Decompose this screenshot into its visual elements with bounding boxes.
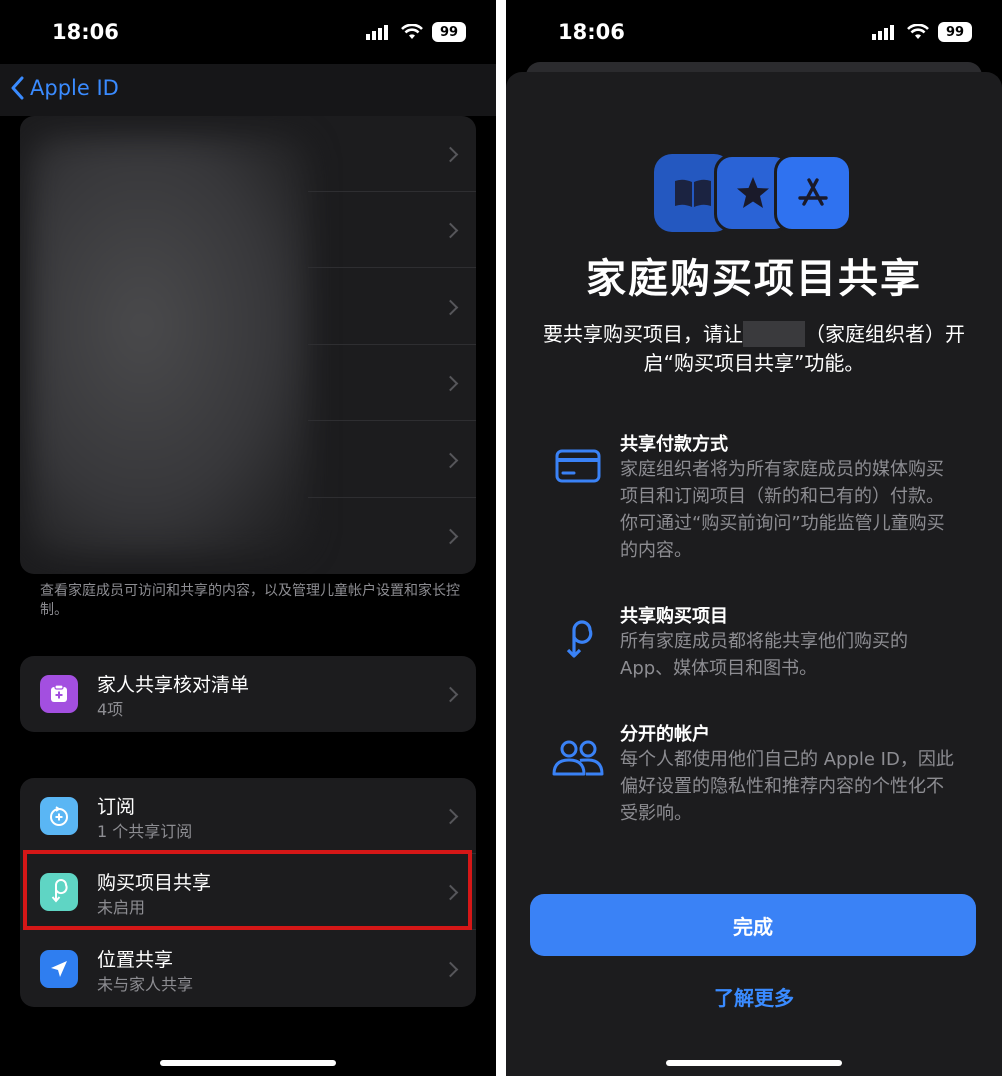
purchase-sharing-sheet: 家庭购买项目共享 要共享购买项目，请让 （家庭组织者）开启“购买项目共享”功能。 … <box>506 72 1002 1076</box>
family-member-row[interactable] <box>20 116 476 192</box>
status-time: 18:06 <box>52 20 119 44</box>
chevron-right-icon <box>442 961 459 978</box>
media-app-icons <box>654 154 854 232</box>
feature-description: 每个人都使用他们自己的 Apple ID，因此偏好设置的隐私性和推荐内容的个性化… <box>620 749 954 824</box>
status-bar: 18:06 99 <box>0 0 496 64</box>
checklist-icon <box>40 675 78 713</box>
home-indicator[interactable] <box>666 1060 842 1066</box>
location-sharing-subtitle: 未与家人共享 <box>97 975 194 994</box>
purchase-sharing-icon <box>550 612 606 668</box>
family-member-row[interactable] <box>20 422 476 498</box>
back-button-label: Apple ID <box>30 76 119 100</box>
chevron-right-icon <box>442 222 459 239</box>
chevron-right-icon <box>442 452 459 469</box>
status-icons: 99 <box>872 22 972 42</box>
chevron-right-icon <box>442 299 459 316</box>
feature-description: 家庭组织者将为所有家庭成员的媒体购买项目和订阅项目（新的和已有的）付款。你可通过… <box>620 459 945 561</box>
family-checklist-row[interactable]: 家人共享核对清单 4项 <box>20 656 476 732</box>
home-indicator[interactable] <box>160 1060 336 1066</box>
sheet-title: 家庭购买项目共享 <box>586 256 922 302</box>
chevron-right-icon <box>442 686 459 703</box>
sheet-description: 要共享购买项目，请让 （家庭组织者）开启“购买项目共享”功能。 <box>528 320 980 378</box>
checklist-group: 家人共享核对清单 4项 <box>20 656 476 732</box>
back-button[interactable]: Apple ID <box>10 76 119 100</box>
status-time: 18:06 <box>558 20 625 44</box>
battery-indicator: 99 <box>432 22 466 42</box>
subscriptions-icon <box>40 797 78 835</box>
status-icons: 99 <box>366 22 466 42</box>
done-button[interactable]: 完成 <box>530 894 976 956</box>
wifi-icon <box>401 24 423 39</box>
feature-title: 共享付款方式 <box>620 434 728 455</box>
description-part-1: 要共享购买项目，请让 <box>543 322 743 346</box>
chevron-right-icon <box>442 528 459 545</box>
app-store-icon <box>774 154 852 232</box>
subscriptions-title: 订阅 <box>97 796 136 818</box>
battery-indicator: 99 <box>938 22 972 42</box>
family-settings-footer-note: 查看家庭成员可访问和共享的内容，以及管理儿童帐户设置和家长控制。 <box>40 583 460 618</box>
chevron-right-icon <box>442 146 459 163</box>
family-members-list <box>20 116 476 574</box>
feature-title: 分开的帐户 <box>620 724 710 745</box>
subscriptions-subtitle: 1 个共享订阅 <box>97 822 193 841</box>
status-bar: 18:06 99 <box>506 0 1002 64</box>
family-member-row[interactable] <box>20 498 476 574</box>
redacted-organizer-name <box>743 321 805 347</box>
subscriptions-row[interactable]: 订阅 1 个共享订阅 <box>20 778 476 854</box>
family-member-row[interactable] <box>20 192 476 268</box>
family-member-row[interactable] <box>20 345 476 421</box>
credit-card-icon <box>550 438 606 494</box>
chevron-right-icon <box>442 375 459 392</box>
people-icon <box>550 730 606 786</box>
purchase-sharing-info-screen: 18:06 99 家庭购买项目共享 要共享购买项目，请让 （家庭组织者）开启“购… <box>506 0 1002 1076</box>
navigation-bar: Apple ID <box>0 64 496 116</box>
purchase-sharing-highlight-box <box>23 850 472 930</box>
chevron-right-icon <box>442 808 459 825</box>
checklist-subtitle: 4项 <box>97 700 124 719</box>
family-sharing-settings-screen: 18:06 99 Apple ID 查看家庭成员可访问和共享的内容，以及管理儿童… <box>0 0 496 1076</box>
cellular-signal-icon <box>366 25 388 40</box>
location-sharing-row[interactable]: 位置共享 未与家人共享 <box>20 931 476 1007</box>
feature-title: 共享购买项目 <box>620 606 728 627</box>
feature-description: 所有家庭成员都将能共享他们购买的App、媒体项目和图书。 <box>620 631 908 679</box>
cellular-signal-icon <box>872 25 894 40</box>
chevron-left-icon <box>11 76 24 100</box>
location-arrow-icon <box>40 950 78 988</box>
wifi-icon <box>907 24 929 39</box>
checklist-title: 家人共享核对清单 <box>97 674 250 696</box>
family-member-row[interactable] <box>20 269 476 345</box>
location-sharing-title: 位置共享 <box>97 949 174 971</box>
learn-more-link[interactable]: 了解更多 <box>506 982 1002 1011</box>
